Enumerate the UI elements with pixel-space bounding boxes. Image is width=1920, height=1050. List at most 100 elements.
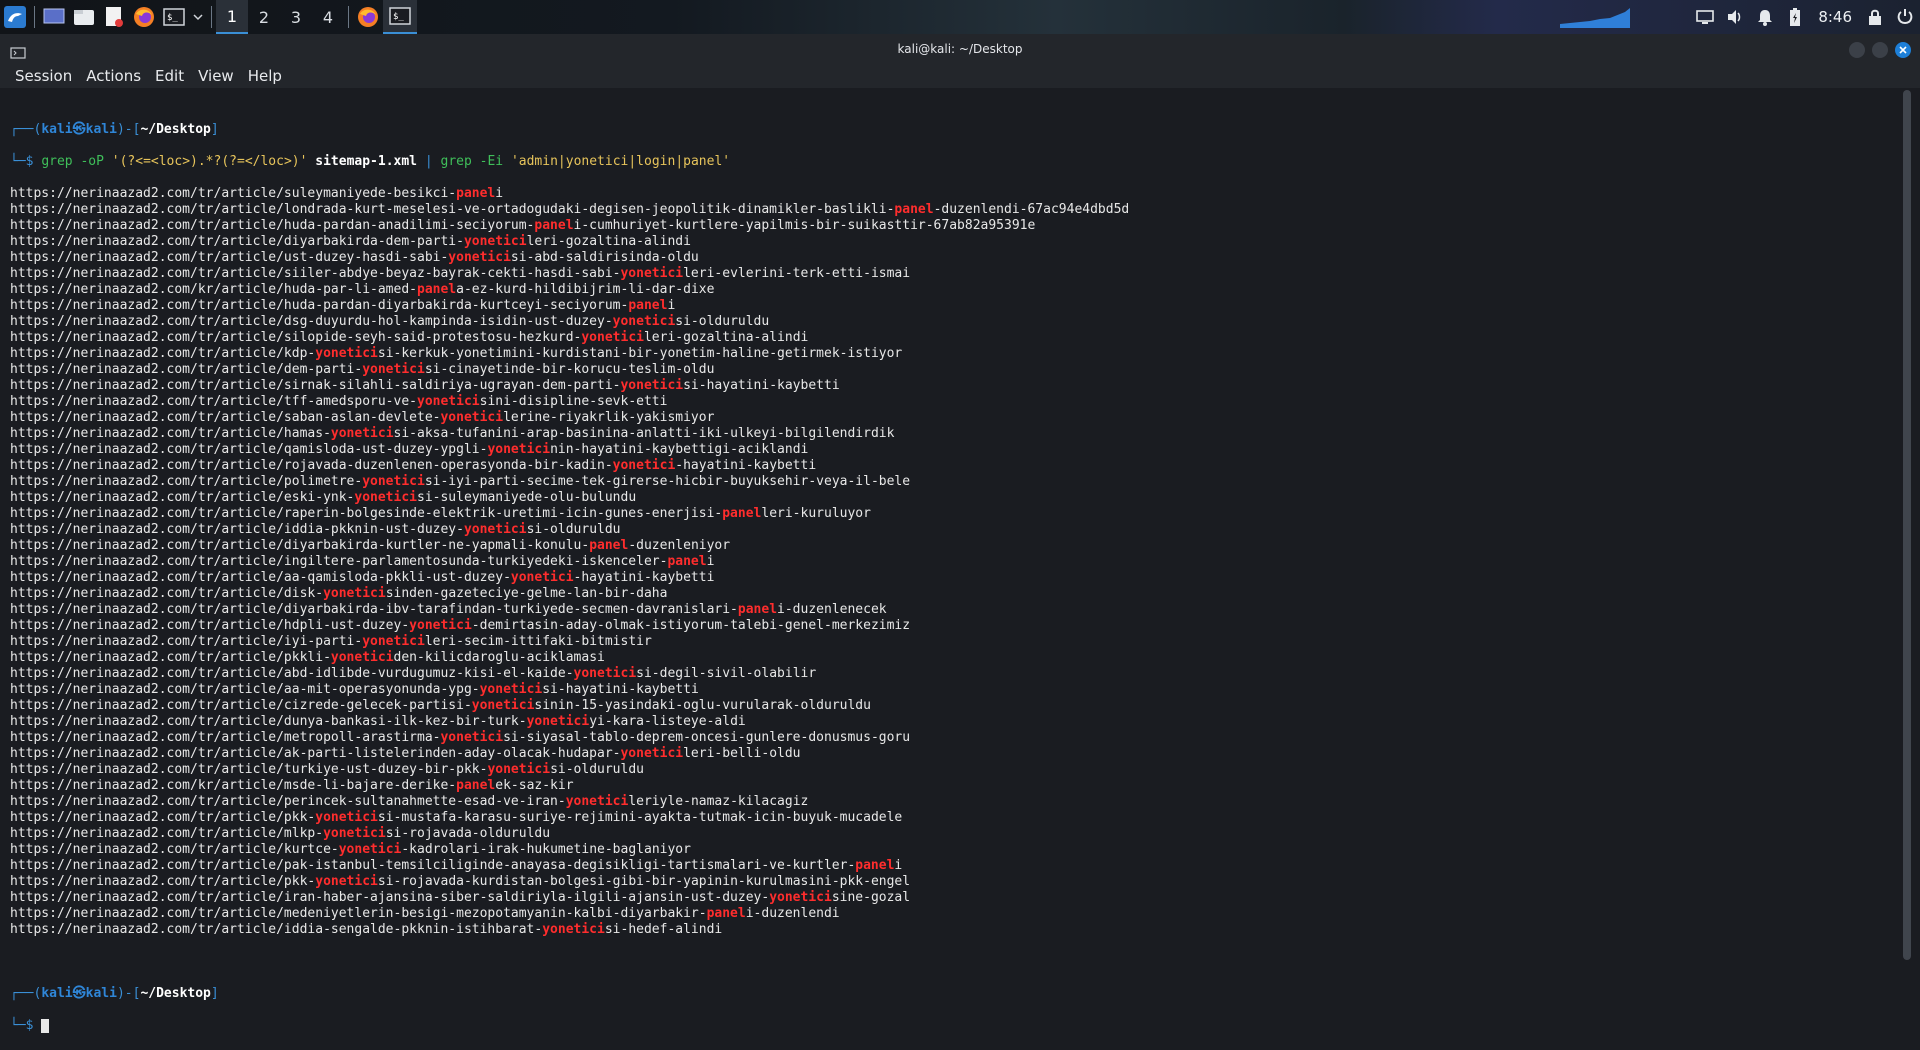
display-icon[interactable]: [1690, 0, 1720, 34]
menu-session[interactable]: Session: [8, 66, 79, 88]
match-highlight: yonetici: [315, 346, 378, 361]
maximize-button[interactable]: [1872, 42, 1888, 58]
files-icon[interactable]: [69, 0, 99, 34]
output-line: https://nerinaazad2.com/tr/article/perin…: [10, 794, 1900, 810]
prompt-host: kali: [85, 122, 117, 137]
grep-output: https://nerinaazad2.com/tr/article/suley…: [10, 186, 1900, 938]
input-line[interactable]: └─$: [10, 1018, 1900, 1034]
output-line: https://nerinaazad2.com/tr/article/diyar…: [10, 602, 1900, 618]
workspace-4[interactable]: 4: [312, 0, 344, 34]
match-highlight: yonetici: [612, 458, 676, 473]
match-highlight: yonetici: [448, 250, 511, 265]
url-suffix: si-cinayetinde-bir-korucu-teslim-oldu: [424, 362, 715, 377]
match-highlight: yonetici: [323, 586, 386, 601]
match-highlight: yonetici: [479, 682, 543, 697]
url-prefix: https://nerinaazad2.com/tr/article/huda-…: [10, 218, 535, 233]
match-highlight: panel: [534, 218, 574, 233]
match-highlight: yonetici: [573, 666, 637, 681]
power-icon[interactable]: [1890, 0, 1920, 34]
url-prefix: https://nerinaazad2.com/tr/article/iyi-p…: [10, 634, 363, 649]
scrollbar-thumb[interactable]: [1903, 90, 1911, 960]
output-line: https://nerinaazad2.com/kr/article/huda-…: [10, 282, 1900, 298]
minimize-button[interactable]: [1849, 42, 1865, 58]
url-suffix: yi-kara-listeye-aldi: [589, 714, 746, 729]
url-prefix: https://nerinaazad2.com/tr/article/diyar…: [10, 538, 590, 553]
close-button[interactable]: [1895, 42, 1911, 58]
workspace-2[interactable]: 2: [248, 0, 280, 34]
terminal-icon[interactable]: $_: [159, 0, 189, 34]
window-titlebar[interactable]: kali@kali: ~/Desktop: [0, 34, 1920, 66]
taskbar-separator: [34, 6, 35, 28]
terminal-output[interactable]: ┌──(kali㉿kali)-[~/Desktop] └─$ grep -oP …: [0, 88, 1900, 1033]
url-suffix: leri-gozaltina-alindi: [643, 330, 809, 345]
url-suffix: leri-belli-oldu: [683, 746, 801, 761]
url-suffix: -duzenlendi-67ac94e4dbd5d: [933, 202, 1130, 217]
url-suffix: lerine-riyakrlik-yakismiyor: [503, 410, 715, 425]
url-suffix: a-ez-kurd-hildibijrim-li-dar-dixe: [456, 282, 715, 297]
output-line: https://nerinaazad2.com/tr/article/pkkli…: [10, 650, 1900, 666]
url-suffix: nin-hayatini-kaybettigi-aciklandi: [550, 442, 809, 457]
menu-bar: Session Actions Edit View Help: [0, 66, 1920, 88]
match-highlight: yonetici: [487, 762, 551, 777]
output-line: https://nerinaazad2.com/tr/article/dunya…: [10, 714, 1900, 730]
terminal-window-button[interactable]: $_: [383, 0, 417, 34]
url-prefix: https://nerinaazad2.com/tr/article/siile…: [10, 266, 621, 281]
output-line: https://nerinaazad2.com/tr/article/meden…: [10, 906, 1900, 922]
url-prefix: https://nerinaazad2.com/tr/article/hdpli…: [10, 618, 410, 633]
url-suffix: si-hayatini-kaybetti: [683, 378, 840, 393]
taskbar: $_ 1 2 3 4 $_ 8:46: [0, 0, 1920, 34]
output-line: https://nerinaazad2.com/tr/article/pkk-y…: [10, 810, 1900, 826]
cmd-flags2: -Ei: [471, 154, 511, 169]
url-suffix: i-duzenlenecek: [777, 602, 887, 617]
match-highlight: yonetici: [620, 266, 684, 281]
match-highlight: yonetici: [440, 730, 504, 745]
menu-edit[interactable]: Edit: [148, 66, 191, 88]
match-highlight: yonetici: [417, 394, 480, 409]
network-graph-icon[interactable]: [1560, 6, 1631, 28]
url-suffix: si-aksa-tufanini-arap-basinina-anlatti-i…: [393, 426, 895, 441]
menu-actions[interactable]: Actions: [79, 66, 148, 88]
url-prefix: https://nerinaazad2.com/tr/article/diyar…: [10, 602, 738, 617]
firefox-window-button[interactable]: [353, 0, 383, 34]
url-prefix: https://nerinaazad2.com/tr/article/pak-i…: [10, 858, 856, 873]
output-line: https://nerinaazad2.com/tr/article/huda-…: [10, 298, 1900, 314]
url-suffix: i: [667, 298, 676, 313]
url-prefix: https://nerinaazad2.com/tr/article/dem-p…: [10, 362, 363, 377]
svg-text:$_: $_: [393, 12, 404, 22]
url-suffix: i: [894, 858, 903, 873]
url-suffix: si-hayatini-kaybetti: [542, 682, 699, 697]
prompt-host: kali: [85, 986, 117, 1001]
url-suffix: -hayatini-kaybetti: [573, 570, 715, 585]
match-highlight: yonetici: [487, 442, 551, 457]
url-suffix: si-siyasal-tablo-deprem-oncesi-gunlere-d…: [503, 730, 911, 745]
output-line: https://nerinaazad2.com/tr/article/diyar…: [10, 234, 1900, 250]
prompt-dir: ~/Desktop: [140, 122, 211, 137]
url-prefix: https://nerinaazad2.com/tr/article/qamis…: [10, 442, 488, 457]
url-prefix: https://nerinaazad2.com/tr/article/tff-a…: [10, 394, 417, 409]
firefox-icon[interactable]: [129, 0, 159, 34]
text-editor-icon[interactable]: [99, 0, 129, 34]
output-line: https://nerinaazad2.com/tr/article/qamis…: [10, 442, 1900, 458]
menu-help[interactable]: Help: [241, 66, 289, 88]
url-prefix: https://nerinaazad2.com/tr/article/dunya…: [10, 714, 527, 729]
desktop-icon[interactable]: [39, 0, 69, 34]
menu-view[interactable]: View: [191, 66, 241, 88]
notification-bell-icon[interactable]: [1750, 0, 1780, 34]
volume-icon[interactable]: [1720, 0, 1750, 34]
chevron-down-icon[interactable]: [189, 0, 207, 34]
match-highlight: yonetici: [581, 330, 644, 345]
lock-icon[interactable]: [1860, 0, 1890, 34]
clock[interactable]: 8:46: [1810, 8, 1860, 26]
battery-icon[interactable]: [1780, 0, 1810, 34]
workspace-3[interactable]: 3: [280, 0, 312, 34]
workspace-1[interactable]: 1: [216, 0, 248, 34]
url-prefix: https://nerinaazad2.com/tr/article/mlkp-: [10, 826, 324, 841]
url-prefix: https://nerinaazad2.com/tr/article/ak-pa…: [10, 746, 621, 761]
cmd-grep2: grep: [432, 154, 472, 169]
kali-menu-icon[interactable]: [0, 0, 30, 34]
prompt-line-1: ┌──(kali㉿kali)-[~/Desktop]: [10, 122, 219, 137]
output-line: https://nerinaazad2.com/tr/article/ingil…: [10, 554, 1900, 570]
match-highlight: yonetici: [463, 234, 527, 249]
output-line: https://nerinaazad2.com/tr/article/londr…: [10, 202, 1900, 218]
